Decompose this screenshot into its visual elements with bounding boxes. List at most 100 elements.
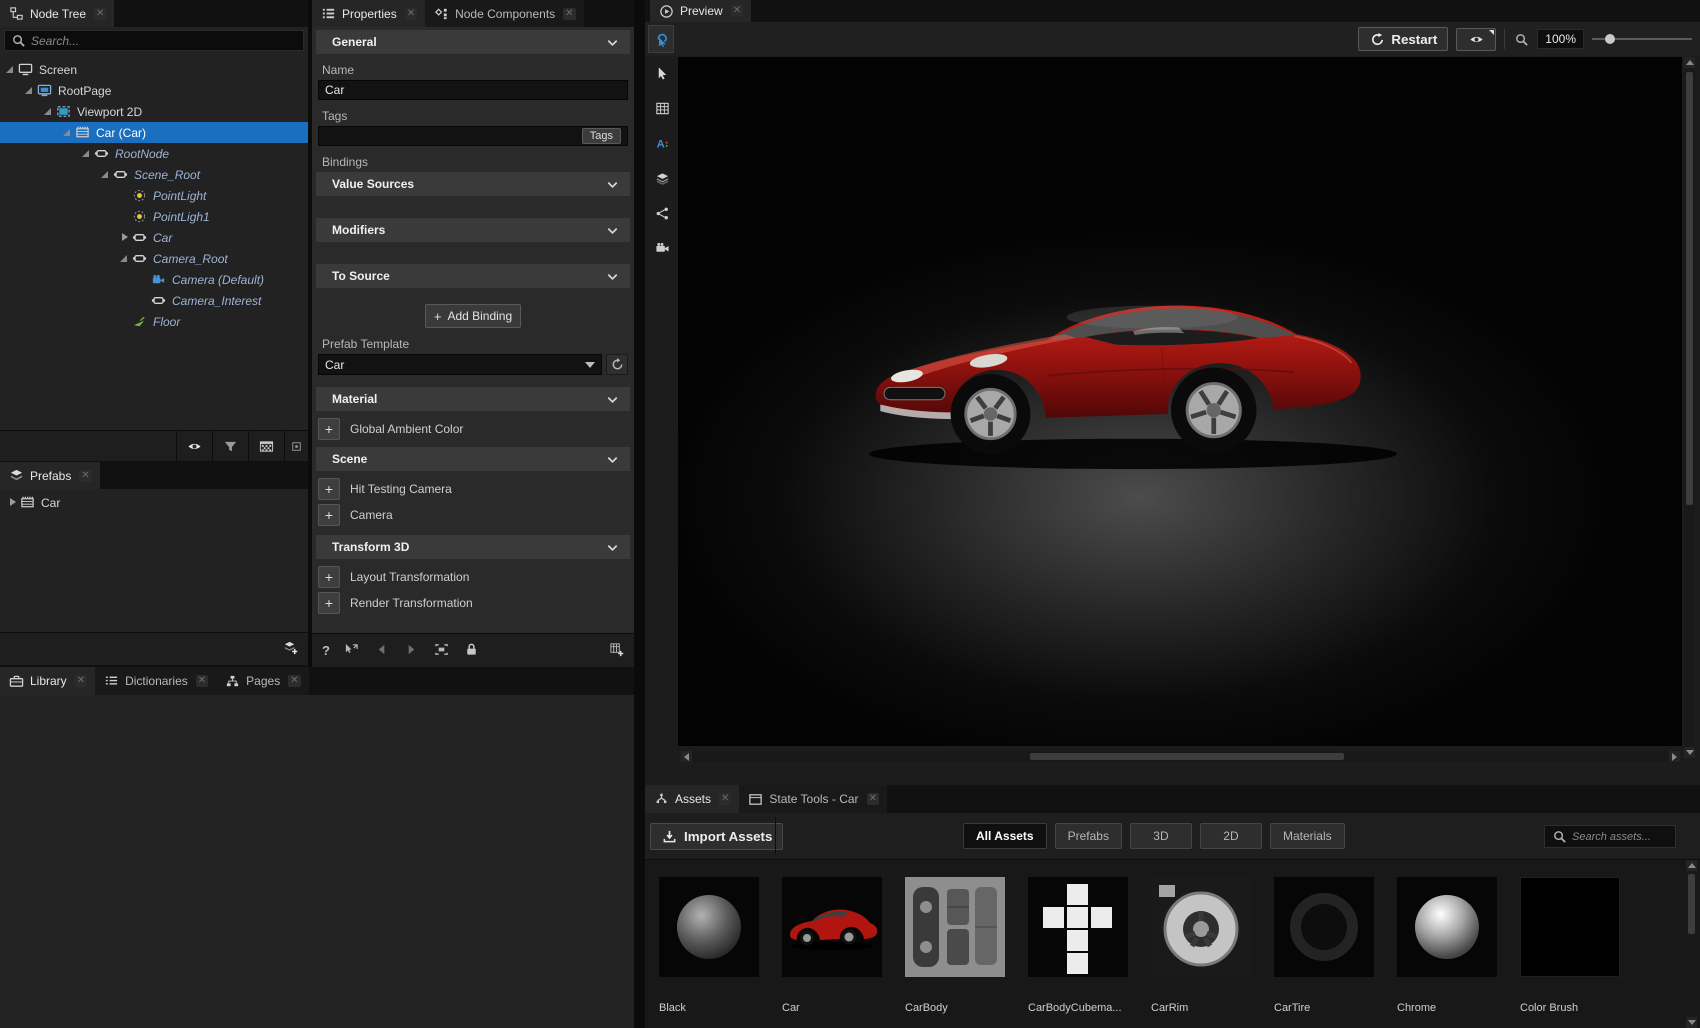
value-sources-section-header[interactable]: Value Sources — [316, 172, 630, 196]
node-tree-item[interactable]: Viewport 2D — [0, 101, 308, 122]
node-tree-item[interactable]: PointLight — [0, 185, 308, 206]
scroll-up-icon[interactable] — [1684, 57, 1695, 68]
import-assets-button[interactable]: Import Assets — [650, 823, 783, 850]
asset-card[interactable]: Chrome — [1397, 877, 1497, 1028]
asset-card[interactable]: CarTire — [1274, 877, 1374, 1028]
grid-dots-button[interactable] — [284, 431, 308, 461]
asset-card[interactable]: Color Brush — [1520, 877, 1620, 1028]
library-tab-dictionaries[interactable]: Dictionaries✕ — [95, 667, 216, 695]
scroll-right-icon[interactable] — [1669, 751, 1680, 762]
node-tree-item[interactable]: Camera (Default) — [0, 269, 308, 290]
asset-card[interactable]: Car — [782, 877, 882, 1028]
tab-preview[interactable]: Preview ✕ — [650, 0, 751, 22]
library-tab-pages[interactable]: Pages✕ — [216, 667, 308, 695]
video-camera-tool[interactable] — [651, 237, 673, 259]
film-frame-button[interactable] — [434, 641, 450, 660]
viewport-horizontal-scrollbar[interactable] — [681, 751, 1680, 762]
tags-button[interactable]: Tags — [582, 128, 621, 144]
tags-field[interactable]: Tags — [318, 126, 628, 146]
search-input[interactable] — [31, 34, 298, 48]
layers-tool[interactable] — [651, 167, 673, 189]
tree-open-arrow-icon[interactable] — [118, 252, 131, 265]
prefab-template-dropdown[interactable]: Car — [318, 354, 602, 375]
node-tree-item[interactable]: Scene_Root — [0, 164, 308, 185]
assets-tab-state-tools-car[interactable]: State Tools - Car✕ — [739, 785, 887, 813]
close-icon[interactable]: ✕ — [867, 793, 879, 805]
close-icon[interactable]: ✕ — [563, 8, 575, 20]
add-property-button[interactable]: + — [318, 504, 340, 526]
tree-open-arrow-icon[interactable] — [80, 147, 93, 160]
node-tree-item[interactable]: Car — [0, 227, 308, 248]
slider-knob[interactable] — [1605, 34, 1615, 44]
add-property-button[interactable]: + — [318, 418, 340, 440]
viewport-vertical-scrollbar[interactable] — [1684, 57, 1695, 758]
general-section-header[interactable]: General — [316, 30, 630, 54]
prefab-item[interactable]: Car — [0, 492, 308, 513]
add-property-button[interactable]: + — [318, 592, 340, 614]
filter-button[interactable] — [212, 431, 248, 461]
filter-prefabs[interactable]: Prefabs — [1055, 823, 1122, 849]
tree-closed-arrow-icon[interactable] — [118, 231, 131, 244]
asset-card[interactable]: CarBodyCubema... — [1028, 877, 1128, 1028]
close-icon[interactable]: ✕ — [79, 470, 91, 482]
to-source-section-header[interactable]: To Source — [316, 264, 630, 288]
close-icon[interactable]: ✕ — [405, 8, 417, 20]
assets-tab-assets[interactable]: Assets✕ — [645, 785, 739, 813]
tab-node-tree[interactable]: Node Tree ✕ — [0, 0, 114, 27]
node-tree-item[interactable]: RootNode — [0, 143, 308, 164]
filter-all-assets[interactable]: All Assets — [963, 823, 1047, 849]
add-property-button[interactable]: + — [318, 566, 340, 588]
material-section-header[interactable]: Material — [316, 387, 630, 411]
filter-materials[interactable]: Materials — [1270, 823, 1345, 849]
name-input[interactable] — [325, 83, 621, 97]
library-tab-library[interactable]: Library✕ — [0, 667, 95, 695]
pointer-tool[interactable] — [651, 62, 673, 84]
interact-pointer-tool[interactable] — [648, 25, 674, 53]
add-property-button[interactable]: + — [318, 478, 340, 500]
filter-3d[interactable]: 3D — [1130, 823, 1192, 849]
close-icon[interactable]: ✕ — [196, 675, 208, 687]
tree-open-arrow-icon[interactable] — [99, 168, 112, 181]
question-button[interactable]: ? — [322, 643, 330, 658]
node-tree-item[interactable]: RootPage — [0, 80, 308, 101]
scroll-down-icon[interactable] — [1686, 1017, 1697, 1028]
tags-input[interactable] — [325, 129, 582, 143]
node-tree-search[interactable] — [4, 30, 304, 51]
add-prefab-button[interactable] — [282, 640, 298, 659]
node-tree-item[interactable]: Screen — [0, 59, 308, 80]
node-tree-item[interactable]: PointLigh1 — [0, 206, 308, 227]
scrollbar-track[interactable] — [692, 751, 1669, 762]
restart-button[interactable]: Restart — [1358, 27, 1448, 51]
nav-forward-button[interactable] — [404, 641, 420, 660]
add-binding-button[interactable]: + Add Binding — [425, 304, 521, 328]
asset-card[interactable]: CarRim — [1151, 877, 1251, 1028]
visibility-dropdown-button[interactable] — [1456, 28, 1496, 51]
asset-card[interactable]: Black — [659, 877, 759, 1028]
asset-card[interactable]: CarBody — [905, 877, 1005, 1028]
close-icon[interactable]: ✕ — [731, 5, 743, 17]
scrollbar-thumb[interactable] — [1688, 874, 1695, 934]
tree-open-arrow-icon[interactable] — [23, 84, 36, 97]
nav-back-button[interactable] — [374, 641, 390, 660]
tree-open-arrow-icon[interactable] — [61, 126, 74, 139]
eye-button[interactable] — [176, 431, 212, 461]
tree-open-arrow-icon[interactable] — [42, 105, 55, 118]
scene-section-header[interactable]: Scene — [316, 447, 630, 471]
node-tree-item[interactable]: Camera_Root — [0, 248, 308, 269]
scroll-up-icon[interactable] — [1686, 860, 1697, 871]
refresh-button[interactable] — [606, 354, 628, 375]
text-tool-tool[interactable]: A — [651, 132, 673, 154]
zoom-slider[interactable] — [1592, 32, 1692, 46]
name-field[interactable] — [318, 80, 628, 100]
select-region-button[interactable] — [344, 641, 360, 660]
assets-search-input[interactable] — [1572, 831, 1669, 843]
assets-scrollbar[interactable] — [1686, 860, 1697, 1028]
tree-closed-arrow-icon[interactable] — [6, 496, 19, 509]
node-connections-tool[interactable] — [651, 202, 673, 224]
checker-button[interactable] — [248, 431, 284, 461]
properties-tab-node-components[interactable]: Node Components✕ — [425, 0, 583, 27]
filter-2d[interactable]: 2D — [1200, 823, 1262, 849]
scrollbar-thumb[interactable] — [1030, 753, 1344, 760]
transform3d-section-header[interactable]: Transform 3D — [316, 535, 630, 559]
close-icon[interactable]: ✕ — [719, 793, 731, 805]
